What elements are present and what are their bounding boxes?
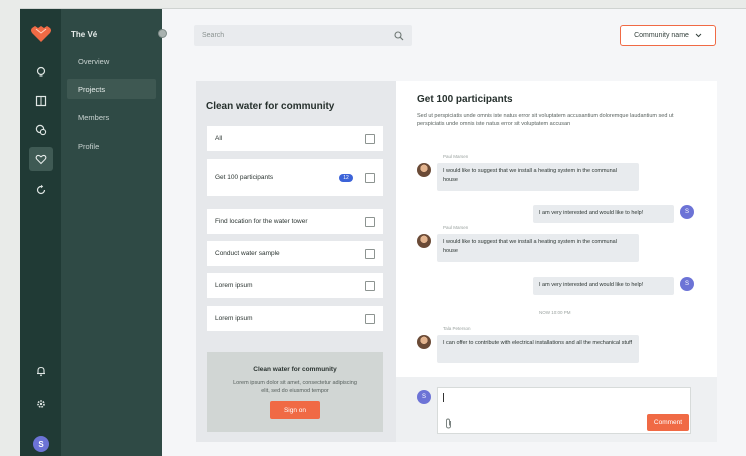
task-label: All — [215, 135, 223, 142]
heart-icon[interactable] — [29, 147, 53, 171]
sender-name: Tala Peterson — [443, 326, 471, 331]
self-avatar[interactable]: S — [680, 277, 694, 291]
task-checkbox[interactable] — [365, 313, 375, 324]
task-item[interactable]: Lorem ipsum — [207, 273, 383, 298]
text-caret — [443, 393, 444, 402]
comment-input[interactable]: Comment — [437, 387, 691, 434]
refresh-icon[interactable] — [32, 181, 50, 199]
count-badge: 12 — [339, 173, 353, 182]
bell-icon[interactable] — [32, 362, 50, 380]
nav-item-overview[interactable]: Overview — [67, 51, 156, 71]
task-item[interactable]: Get 100 participants 12 — [207, 159, 383, 196]
message-bubble: I would like to suggest that we install … — [437, 234, 639, 262]
message-time: NOW 10:00 PM — [539, 310, 571, 315]
icon-rail: S — [20, 9, 61, 456]
gear-icon[interactable] — [32, 395, 50, 413]
comment-composer: S Comment — [396, 377, 717, 442]
nav-item-profile[interactable]: Profile — [67, 136, 156, 156]
community-dropdown-label: Community name — [634, 32, 689, 39]
app-window: S The Vé Overview Projects Members Profi… — [20, 8, 746, 456]
task-label: Get 100 participants — [215, 174, 274, 181]
message-bubble: I am very interested and would like to h… — [533, 277, 674, 295]
task-label: Lorem ipsum — [215, 315, 253, 322]
self-avatar: S — [417, 390, 431, 404]
task-item[interactable]: All — [207, 126, 383, 151]
message-bubble: I am very interested and would like to h… — [533, 205, 674, 223]
collapse-handle[interactable] — [158, 29, 167, 38]
task-item[interactable]: Find location for the water tower — [207, 209, 383, 234]
team-name: The Vé — [71, 30, 98, 39]
community-dropdown[interactable]: Community name — [620, 25, 716, 46]
project-title: Clean water for community — [206, 101, 335, 112]
task-description: Sed ut perspiciatis unde omnis iste natu… — [417, 113, 674, 127]
sender-avatar[interactable] — [417, 335, 431, 349]
sender-name: Paul Marsen — [443, 225, 469, 230]
task-label: Find location for the water tower — [215, 218, 308, 225]
chevron-down-icon — [695, 33, 702, 38]
search-bar[interactable]: Search — [194, 25, 412, 46]
chat-icon[interactable] — [32, 121, 50, 139]
task-checkbox[interactable] — [365, 133, 375, 144]
task-label: Lorem ipsum — [215, 282, 253, 289]
task-title: Get 100 participants — [417, 94, 513, 105]
search-icon[interactable] — [394, 30, 404, 41]
nav-item-projects[interactable]: Projects — [67, 79, 156, 99]
attachment-icon[interactable] — [445, 418, 452, 429]
search-input[interactable]: Search — [202, 32, 394, 39]
chat-panel: Get 100 participants Sed ut perspiciatis… — [396, 81, 717, 442]
self-avatar[interactable]: S — [680, 205, 694, 219]
sender-avatar[interactable] — [417, 163, 431, 177]
lightbulb-icon[interactable] — [32, 63, 50, 81]
book-icon[interactable] — [32, 92, 50, 110]
promo-title: Clean water for community — [253, 366, 337, 373]
task-item[interactable]: Conduct water sample — [207, 241, 383, 266]
task-checkbox[interactable] — [365, 280, 375, 291]
tasks-panel: Clean water for community All Get 100 pa… — [196, 81, 396, 442]
task-item[interactable]: Lorem ipsum — [207, 306, 383, 331]
sender-avatar[interactable] — [417, 234, 431, 248]
task-checkbox[interactable] — [365, 172, 375, 183]
logo-heart-icon[interactable] — [30, 25, 52, 43]
task-checkbox[interactable] — [365, 248, 375, 259]
sender-name: Paul Marsen — [443, 154, 469, 159]
task-checkbox[interactable] — [365, 216, 375, 227]
comment-button[interactable]: Comment — [647, 414, 689, 431]
promo-description: Lorem ipsum dolor sit amet, consectetur … — [233, 380, 357, 394]
message-bubble: I would like to suggest that we install … — [437, 163, 639, 191]
promo-card: Clean water for community Lorem ipsum do… — [207, 352, 383, 432]
side-nav: The Vé Overview Projects Members Profile — [61, 9, 167, 456]
message-bubble: I can offer to contribute with electrica… — [437, 335, 639, 363]
sign-on-button[interactable]: Sign on — [270, 401, 320, 419]
user-avatar[interactable]: S — [33, 436, 49, 452]
nav-item-members[interactable]: Members — [67, 107, 156, 127]
task-label: Conduct water sample — [215, 250, 280, 257]
